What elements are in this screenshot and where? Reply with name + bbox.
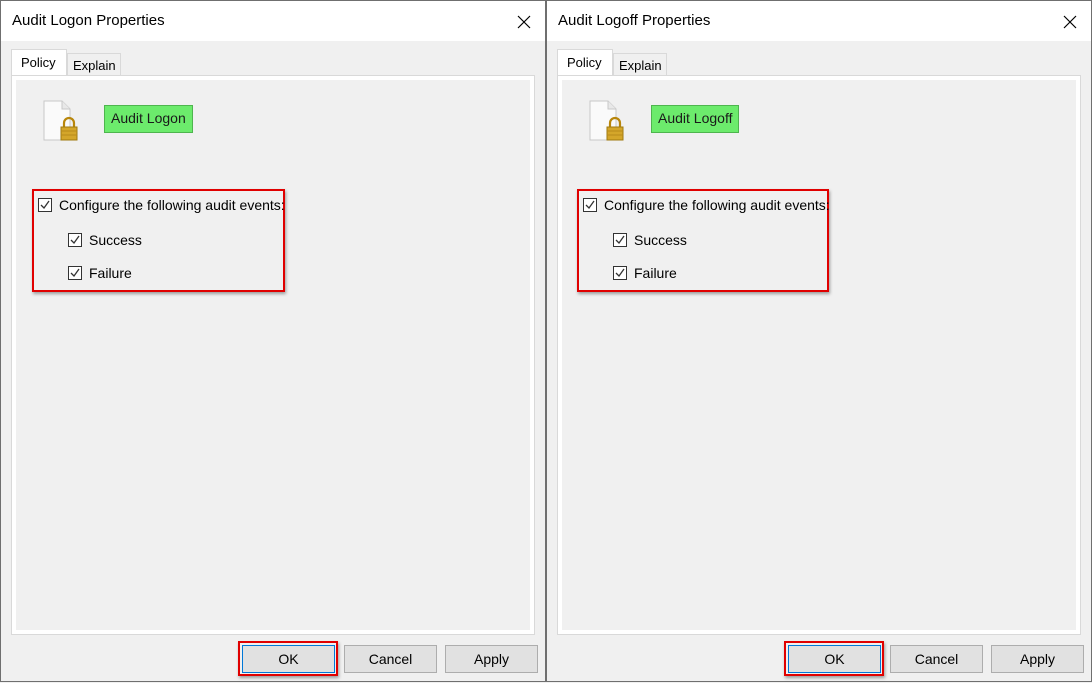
tab-explain[interactable]: Explain [613,53,667,75]
tab-policy[interactable]: Policy [11,49,67,75]
close-icon [517,15,531,29]
apply-button[interactable]: Apply [991,645,1084,673]
policy-name-label: Audit Logoff [651,105,740,133]
success-checkbox[interactable]: Success [613,232,687,248]
policy-panel: Audit Logoff Configure the following aud… [557,75,1081,635]
failure-checkbox[interactable]: Failure [68,265,132,281]
policy-panel: Audit Logon Configure the following audi… [11,75,535,635]
tab-policy[interactable]: Policy [557,49,613,75]
apply-button[interactable]: Apply [445,645,538,673]
ok-button[interactable]: OK [242,645,335,673]
configure-audit-events-checkbox[interactable]: Configure the following audit events: [38,197,285,213]
policy-panel-content: Audit Logoff Configure the following aud… [562,80,1076,630]
checkbox-checked[interactable] [613,266,627,280]
tab-explain[interactable]: Explain [67,53,121,75]
checkbox-checked[interactable] [613,233,627,247]
checkbox-checked[interactable] [68,266,82,280]
policy-name-label: Audit Logon [104,105,193,133]
configure-label: Configure the following audit events: [604,197,830,213]
check-icon [585,200,595,210]
checkbox-checked[interactable] [68,233,82,247]
success-label: Success [89,232,142,248]
check-icon [70,268,80,278]
close-icon [1063,15,1077,29]
check-icon [615,268,625,278]
title-bar: Audit Logon Properties [1,1,545,41]
cancel-button[interactable]: Cancel [344,645,437,673]
configure-audit-events-checkbox[interactable]: Configure the following audit events: [583,197,830,213]
success-label: Success [634,232,687,248]
configure-label: Configure the following audit events: [59,197,285,213]
document-lock-icon [43,100,78,141]
check-icon [70,235,80,245]
title-bar: Audit Logoff Properties [547,1,1091,41]
close-button[interactable] [1057,9,1083,35]
document-lock-icon [589,100,624,141]
failure-checkbox[interactable]: Failure [613,265,677,281]
close-button[interactable] [511,9,537,35]
failure-label: Failure [89,265,132,281]
failure-label: Failure [634,265,677,281]
dialog-title: Audit Logon Properties [12,12,165,29]
dialog-title: Audit Logoff Properties [558,12,711,29]
audit-logoff-dialog: Audit Logoff Properties Policy Explain A… [546,0,1092,682]
check-icon [40,200,50,210]
ok-button[interactable]: OK [788,645,881,673]
checkbox-checked[interactable] [38,198,52,212]
checkbox-checked[interactable] [583,198,597,212]
audit-logon-dialog: Audit Logon Properties Policy Explain Au… [0,0,546,682]
policy-panel-content: Audit Logon Configure the following audi… [16,80,530,630]
check-icon [615,235,625,245]
success-checkbox[interactable]: Success [68,232,142,248]
cancel-button[interactable]: Cancel [890,645,983,673]
